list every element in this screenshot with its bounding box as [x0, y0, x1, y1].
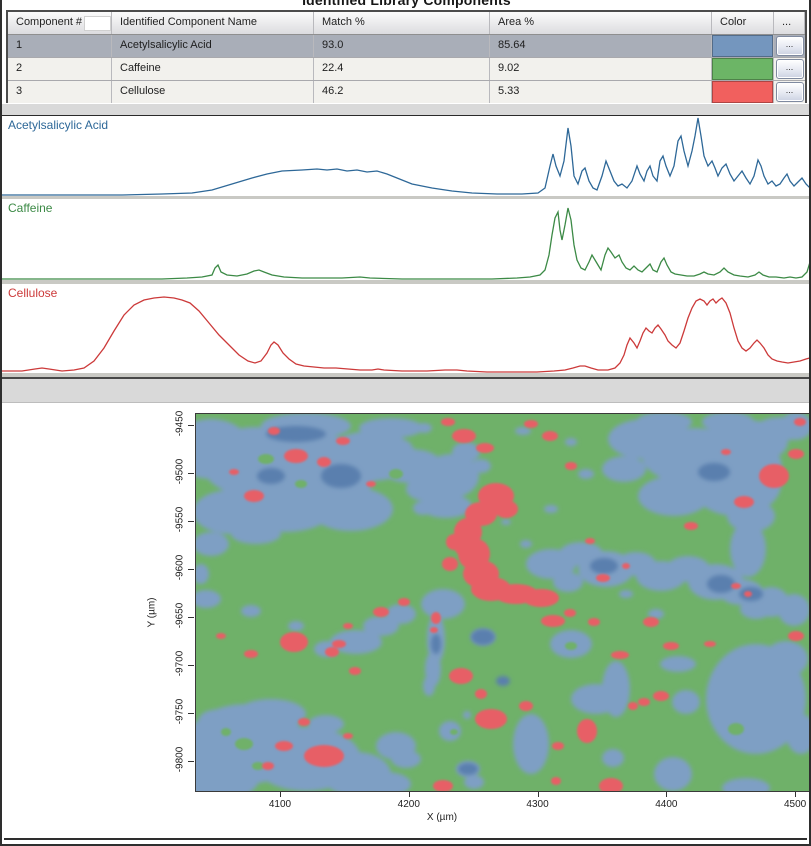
component-number-cell: 1 — [8, 35, 112, 57]
x-axis-tick — [537, 792, 539, 797]
y-axis-label: Y (µm) — [146, 596, 158, 628]
x-axis-tick-label: 4500 — [783, 799, 807, 810]
y-axis-tick-label: -9750 — [174, 698, 186, 725]
y-axis-tick — [188, 761, 194, 763]
table-row-2[interactable]: 2 Caffeine 22.4 9.02... — [8, 58, 805, 81]
column-header-more[interactable]: ... — [774, 12, 805, 34]
y-axis-tick-label: -9550 — [174, 507, 186, 533]
color-picker-button[interactable]: ... — [775, 82, 804, 102]
table-header-row: Component # Identified Component Name Matc… — [8, 12, 805, 35]
y-axis-tick — [188, 569, 194, 571]
table-row-1[interactable]: 1 Acetylsalicylic Acid 93.0 85.64... — [8, 35, 805, 58]
y-axis-tick — [188, 617, 194, 619]
y-axis-tick-label: -9800 — [174, 746, 186, 773]
x-axis-tick — [279, 792, 281, 797]
chemical-map-area: Y (µm) X (µm) -9450 -9500 -9550 -9600 -9650 -… — [2, 403, 809, 838]
y-axis-tick — [188, 425, 194, 427]
application-window: Identified Library Components Component … — [0, 0, 811, 846]
splitter-bar-bottom[interactable] — [2, 377, 809, 403]
y-axis-tick — [188, 713, 194, 715]
chemical-map-plot[interactable] — [195, 413, 809, 792]
color-picker-cell: ... — [774, 81, 805, 103]
spectrum-label: Caffeine — [8, 201, 53, 215]
map-image[interactable] — [196, 414, 809, 791]
column-header-match[interactable]: Match % — [314, 12, 490, 34]
component-name-cell: Cellulose — [112, 81, 314, 103]
y-axis-tick-label: -9650 — [174, 603, 186, 629]
component-header-editbox[interactable] — [84, 16, 111, 31]
y-axis-tick-label: -9600 — [174, 555, 186, 581]
y-axis-tick — [188, 665, 194, 667]
table-body: 1 Acetylsalicylic Acid 93.0 85.64... 2 Caffei… — [8, 35, 805, 103]
x-axis-tick-label: 4200 — [397, 799, 420, 810]
area-percent-cell: 9.02 — [490, 58, 712, 80]
color-cell — [712, 58, 774, 80]
color-swatch — [712, 35, 773, 57]
x-axis-tick-label: 4300 — [526, 799, 549, 810]
components-table: Component # Identified Component Name Matc… — [6, 10, 807, 103]
color-swatch — [712, 58, 773, 80]
color-cell — [712, 81, 774, 103]
column-header-color[interactable]: Color — [712, 12, 774, 34]
x-axis-tick — [795, 792, 797, 797]
color-picker-cell: ... — [774, 35, 805, 57]
spectrum-plot — [2, 296, 809, 373]
color-picker-button[interactable]: ... — [775, 36, 804, 56]
x-axis-tick-label: 4400 — [655, 799, 678, 810]
area-percent-cell: 5.33 — [490, 81, 712, 103]
y-axis-tick-label: -9450 — [174, 411, 186, 437]
page-title-clipped: Identified Library Components — [6, 0, 807, 9]
component-name-cell: Caffeine — [112, 58, 314, 80]
color-cell — [712, 35, 774, 57]
spectrum-plot — [2, 117, 809, 196]
spectrum-label: Acetylsalicylic Acid — [8, 118, 109, 132]
color-picker-cell: ... — [774, 58, 805, 80]
component-name-cell: Acetylsalicylic Acid — [112, 35, 314, 57]
color-swatch — [712, 81, 773, 103]
x-axis-tick-label: 4100 — [268, 799, 292, 810]
column-header-identified-component-name[interactable]: Identified Component Name — [112, 12, 314, 34]
spectrum-panel-acetylsalicylic-acid: Acetylsalicylic Acid — [2, 115, 809, 200]
color-picker-button[interactable]: ... — [775, 59, 804, 79]
x-axis-tick — [666, 792, 668, 797]
spectrum-plot — [2, 207, 809, 280]
y-axis-tick-label: -9500 — [174, 459, 186, 485]
component-number-cell: 3 — [8, 81, 112, 103]
spectrum-panel-cellulose: Cellulose — [2, 284, 809, 377]
match-percent-cell: 93.0 — [314, 35, 490, 57]
match-percent-cell: 22.4 — [314, 58, 490, 80]
match-percent-cell: 46.2 — [314, 81, 490, 103]
y-axis-tick — [188, 473, 194, 475]
spectrum-label: Cellulose — [8, 286, 58, 300]
y-axis-tick-label: -9700 — [174, 651, 186, 677]
spectrum-panel-caffeine: Caffeine — [2, 199, 809, 284]
x-axis-tick — [408, 792, 410, 797]
column-header-area[interactable]: Area % — [490, 12, 712, 34]
component-number-cell: 2 — [8, 58, 112, 80]
table-row-3[interactable]: 3 Cellulose 46.2 5.33... — [8, 81, 805, 103]
y-axis-tick — [188, 521, 194, 523]
window-bottom-border — [4, 838, 807, 840]
area-percent-cell: 85.64 — [490, 35, 712, 57]
page-title: Identified Library Components — [302, 0, 511, 8]
x-axis-label: X (µm) — [426, 812, 458, 823]
